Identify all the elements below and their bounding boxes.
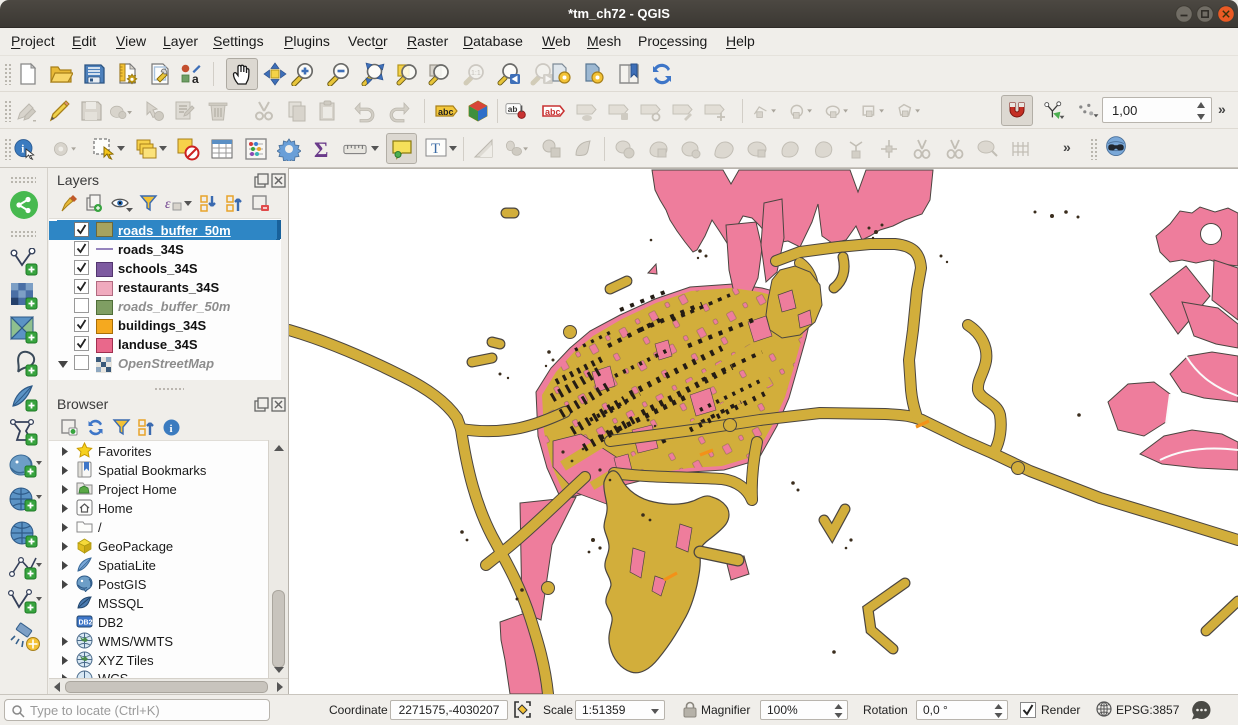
svg-text:abc: abc (545, 107, 561, 117)
svg-text:abc: abc (438, 107, 454, 117)
svg-text:Σ: Σ (314, 137, 328, 161)
svg-text:a: a (192, 72, 199, 86)
svg-text:ab: ab (508, 104, 518, 114)
svg-text:DB2: DB2 (79, 620, 93, 627)
svg-text:i: i (21, 143, 24, 155)
svg-text:1:1: 1:1 (471, 70, 481, 77)
svg-text:T: T (431, 141, 440, 157)
